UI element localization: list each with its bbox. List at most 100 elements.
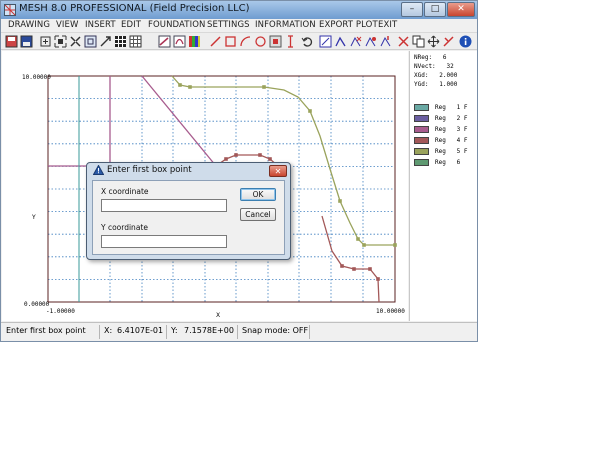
- y-coordinate-label: Y coordinate: [101, 223, 148, 232]
- info-icon[interactable]: [459, 35, 472, 48]
- circle-icon[interactable]: [254, 35, 267, 48]
- y-readout-value: 7.1578E+00: [184, 326, 234, 335]
- x-readout-label: X:: [104, 326, 113, 335]
- save-icon[interactable]: [5, 35, 18, 48]
- x-coordinate-input[interactable]: [101, 199, 227, 212]
- vector-node[interactable]: [234, 153, 238, 157]
- dialog-title: Enter first box point: [107, 165, 192, 175]
- region-4-lower-boundary[interactable]: [321, 215, 380, 303]
- draw-region-icon[interactable]: [158, 35, 171, 48]
- vector-node[interactable]: [188, 85, 192, 89]
- undo-icon[interactable]: [301, 35, 314, 48]
- vector-node[interactable]: [340, 264, 344, 268]
- vector-node[interactable]: [356, 237, 360, 241]
- palette-icon[interactable]: [188, 35, 201, 48]
- menu-information[interactable]: INFORMATION: [255, 20, 316, 30]
- zoom-out-icon[interactable]: [84, 35, 97, 48]
- menu-edit[interactable]: EDIT: [121, 20, 141, 30]
- cut-icon[interactable]: [397, 35, 410, 48]
- menu-drawing[interactable]: DRAWING: [8, 20, 50, 30]
- menu-export-plot[interactable]: EXPORT PLOT: [319, 20, 378, 30]
- status-divider: [99, 325, 100, 339]
- nreg-readout: NReg: 6: [414, 54, 447, 61]
- menu-foundation[interactable]: FOUNDATION: [148, 20, 205, 30]
- vector-node[interactable]: [368, 267, 372, 271]
- menu-insert[interactable]: INSERT: [85, 20, 116, 30]
- vector-node[interactable]: [393, 243, 397, 247]
- rectangle-icon[interactable]: [224, 35, 237, 48]
- y-axis-label: Y: [31, 214, 36, 221]
- ygd-readout: YGd: 1.000: [414, 81, 458, 88]
- pan-icon[interactable]: [99, 35, 112, 48]
- app-icon: [4, 4, 16, 16]
- region-5-swatch: [414, 148, 429, 155]
- region-6-swatch: [414, 159, 429, 166]
- cancel-button[interactable]: Cancel: [240, 208, 276, 221]
- region-1-swatch: [414, 104, 429, 111]
- zoom-fit-icon[interactable]: [54, 35, 67, 48]
- status-message: Enter first box point: [6, 326, 86, 335]
- select-vector-icon[interactable]: [319, 35, 332, 48]
- status-divider: [309, 325, 310, 339]
- vector-node[interactable]: [268, 157, 272, 161]
- menu-bar: DRAWING VIEW INSERT EDIT FOUNDATION SETT…: [1, 19, 477, 32]
- snap-mode-status: Snap mode: OFF: [242, 326, 309, 335]
- enter-point-dialog: Enter first box point ✕ X coordinate Y c…: [86, 162, 291, 260]
- copy-icon[interactable]: [412, 35, 425, 48]
- y-coordinate-input[interactable]: [101, 235, 227, 248]
- vertical-line-icon[interactable]: [284, 35, 297, 48]
- zoom-window-icon[interactable]: [39, 35, 52, 48]
- nvect-readout: NVect: 32: [414, 63, 454, 70]
- y-readout-label: Y:: [171, 326, 178, 335]
- zoom-in-icon[interactable]: [69, 35, 82, 48]
- toolbar: [1, 32, 477, 50]
- vector-node[interactable]: [224, 157, 228, 161]
- edit-vector-icon[interactable]: [364, 35, 377, 48]
- title-bar[interactable]: MESH 8.0 PROFESSIONAL (Field Precision L…: [1, 1, 477, 19]
- open-icon[interactable]: [20, 35, 33, 48]
- region-2-swatch: [414, 115, 429, 122]
- move-vector-icon[interactable]: [334, 35, 347, 48]
- warning-icon: [93, 165, 104, 175]
- minimize-button[interactable]: –: [401, 2, 423, 17]
- vector-node[interactable]: [262, 85, 266, 89]
- xmax-label: 10.00000: [376, 308, 405, 315]
- delete-icon[interactable]: [442, 35, 455, 48]
- line-icon[interactable]: [209, 35, 222, 48]
- menu-settings[interactable]: SETTINGS: [207, 20, 250, 30]
- window-title: MESH 8.0 PROFESSIONAL (Field Precision L…: [19, 3, 250, 14]
- close-button[interactable]: ✕: [447, 2, 475, 17]
- vector-node[interactable]: [362, 243, 366, 247]
- ymax-label: 10.00000: [22, 74, 51, 81]
- vector-info-icon[interactable]: [379, 35, 392, 48]
- point-icon[interactable]: [269, 35, 282, 48]
- xmin-label: -1.00000: [46, 308, 75, 315]
- grid-toggle-icon[interactable]: [129, 35, 142, 48]
- vector-node[interactable]: [178, 83, 182, 87]
- x-readout-value: 6.4107E-01: [117, 326, 164, 335]
- status-divider: [166, 325, 167, 339]
- draw-fill-icon[interactable]: [173, 35, 186, 48]
- status-divider: [237, 325, 238, 339]
- menu-view[interactable]: VIEW: [56, 20, 79, 30]
- maximize-button[interactable]: □: [424, 2, 446, 17]
- x-axis-label: X: [216, 312, 220, 319]
- x-coordinate-label: X coordinate: [101, 187, 149, 196]
- menu-exit[interactable]: EXIT: [378, 20, 397, 30]
- dialog-close-button[interactable]: ✕: [269, 165, 287, 177]
- region-3-swatch: [414, 126, 429, 133]
- info-sidebar: NReg: 6 NVect: 32 XGd: 2.000 YGd: 1.000 …: [409, 51, 477, 321]
- arc-icon[interactable]: [239, 35, 252, 48]
- ymin-label: 0.00000: [24, 301, 50, 308]
- vector-node[interactable]: [308, 109, 312, 113]
- region-4-swatch: [414, 137, 429, 144]
- vector-node[interactable]: [376, 277, 380, 281]
- grid-icon[interactable]: [114, 35, 127, 48]
- dialog-body: X coordinate Y coordinate OK Cancel: [92, 180, 285, 255]
- vector-node[interactable]: [338, 199, 342, 203]
- ok-button[interactable]: OK: [240, 188, 276, 201]
- vector-node[interactable]: [352, 267, 356, 271]
- move-icon[interactable]: [427, 35, 440, 48]
- vector-node[interactable]: [258, 153, 262, 157]
- delete-vector-icon[interactable]: [349, 35, 362, 48]
